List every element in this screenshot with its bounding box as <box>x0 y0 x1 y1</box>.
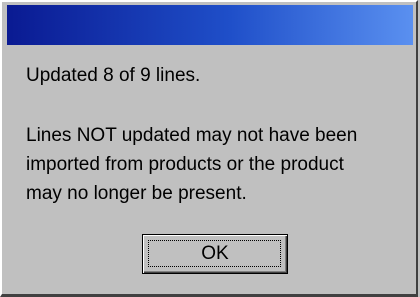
ok-button[interactable]: OK <box>142 234 288 274</box>
update-warning-text: Lines NOT updated may not have been impo… <box>26 125 358 204</box>
title-bar[interactable] <box>7 5 413 45</box>
ok-button-label: OK <box>201 243 229 264</box>
update-summary-text: Updated 8 of 9 lines. <box>26 65 201 86</box>
message-dialog: Updated 8 of 9 lines. Lines NOT updated … <box>0 0 418 297</box>
